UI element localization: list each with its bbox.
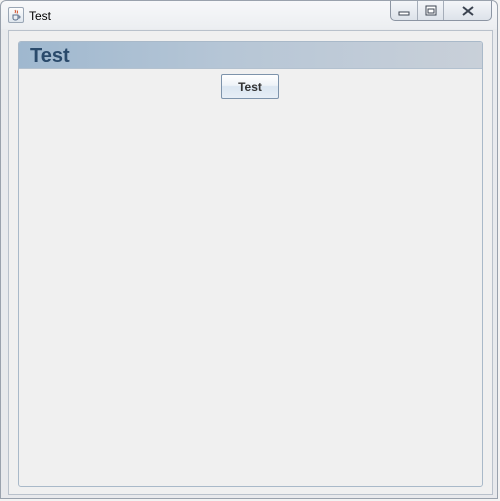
test-button[interactable]: Test (221, 74, 279, 99)
content-area: Test Test (8, 30, 493, 495)
close-button[interactable] (443, 1, 491, 20)
test-panel: Test Test (18, 41, 483, 487)
maximize-icon (425, 5, 436, 16)
window-title: Test (29, 9, 52, 23)
title-bar[interactable]: Test (1, 1, 497, 29)
close-icon (461, 5, 474, 16)
window-controls (390, 1, 492, 21)
minimize-icon (398, 11, 410, 15)
maximize-button[interactable] (417, 1, 443, 20)
panel-header: Test (19, 42, 482, 69)
panel-title: Test (30, 45, 70, 67)
minimize-button[interactable] (391, 1, 417, 20)
application-window: Test Test Test (0, 0, 498, 499)
java-cup-icon[interactable] (8, 7, 24, 23)
